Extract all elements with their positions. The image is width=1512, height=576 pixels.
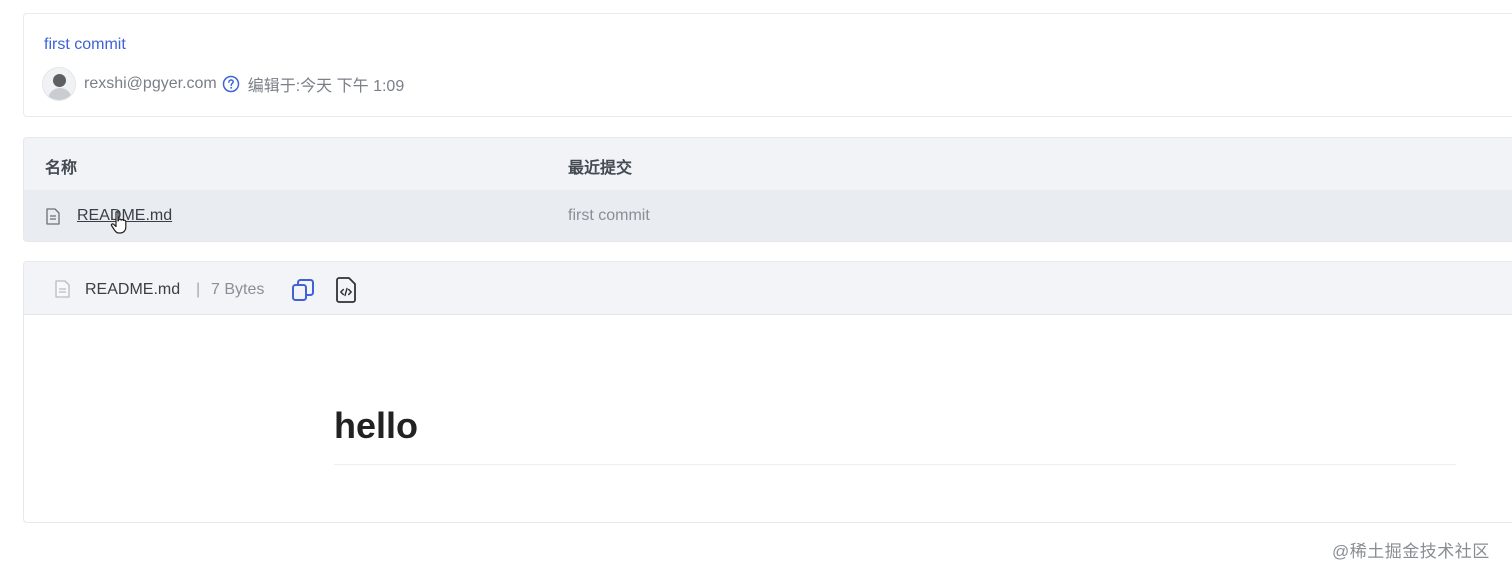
- hand-cursor-icon: [109, 210, 131, 236]
- commit-card: first commit rexshi@pgyer.com 编辑于:今天 下午 …: [23, 13, 1512, 117]
- file-last-commit[interactable]: first commit: [568, 207, 650, 225]
- header-separator: |: [196, 281, 201, 298]
- copy-icon[interactable]: [291, 278, 315, 302]
- file-size: 7 Bytes: [211, 281, 265, 298]
- file-icon: [46, 208, 60, 225]
- column-header-last-commit: 最近提交: [568, 160, 633, 177]
- avatar[interactable]: [42, 67, 76, 101]
- commit-title-link[interactable]: first commit: [44, 36, 126, 54]
- readme-heading: hello: [334, 405, 419, 446]
- view-raw-icon[interactable]: [335, 277, 357, 303]
- readme-file-name: README.md: [85, 281, 181, 298]
- table-row[interactable]: README.md first commit: [24, 190, 1512, 241]
- column-header-name: 名称: [45, 160, 78, 177]
- readme-header: README.md | 7 Bytes: [24, 262, 1512, 315]
- file-icon: [55, 280, 70, 298]
- commit-meta: rexshi@pgyer.com 编辑于:今天 下午 1:09: [42, 67, 404, 101]
- table-header: 名称 最近提交: [24, 138, 1512, 190]
- watermark: @稀土掘金技术社区: [1332, 542, 1490, 561]
- commit-edited-time: 编辑于:今天 下午 1:09: [247, 78, 405, 95]
- file-list-table: 名称 最近提交 README.md first commit: [23, 137, 1512, 242]
- heading-divider: [334, 464, 1456, 465]
- commit-author: rexshi@pgyer.com: [84, 75, 217, 92]
- help-icon[interactable]: [222, 75, 240, 93]
- readme-viewer: README.md | 7 Bytes hello: [23, 261, 1512, 523]
